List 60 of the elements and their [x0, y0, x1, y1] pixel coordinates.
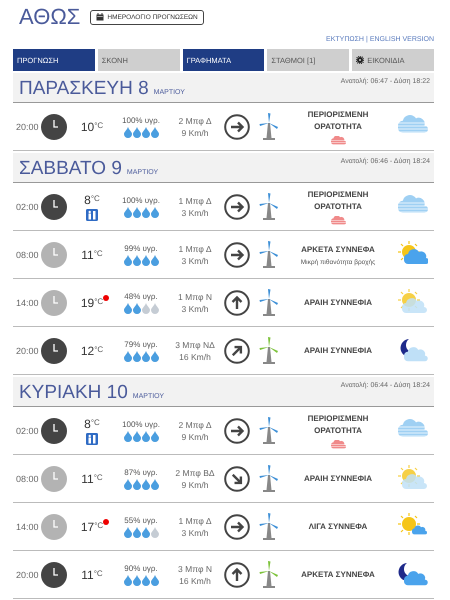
humidity-drops-track: [124, 126, 158, 138]
wind-force: 1 Μπφ Δ: [178, 516, 212, 526]
humidity-label: 55% υγρ.: [124, 516, 158, 524]
humidity-drops-track: [124, 350, 158, 362]
humidity-drops-track: [124, 574, 158, 586]
humidity-label: 100% υγρ.: [122, 196, 160, 204]
humidity-label: 100% υγρ.: [122, 116, 160, 124]
humidity-label: 48% υγρ.: [124, 292, 158, 300]
wind-speed: 3 Km/h: [182, 208, 208, 218]
gear-icon: [356, 56, 364, 64]
hour-label: 20:00: [15, 122, 39, 132]
wind-force: 1 Μπφ Δ: [178, 244, 212, 254]
hour-label: 20:00: [15, 570, 39, 580]
wind-force: 2 Μπφ Δ: [178, 116, 212, 126]
day-name: ΣΑΒΒΑΤΟ 9: [19, 158, 122, 180]
day-name: ΠΑΡΑΣΚΕΥΗ 8: [19, 78, 149, 100]
condition-label: ΑΡΑΙΗ ΣΥΝΝΕΦΙΑ: [304, 296, 372, 308]
day-name: ΚΥΡΙΑΚΗ 10: [19, 382, 128, 404]
wind-force: 1 Μπφ Ν: [178, 292, 212, 302]
humidity-drops-track: [124, 478, 158, 490]
wind-speed: 9 Km/h: [182, 480, 208, 490]
condition-label: ΠΕΡΙΟΡΙΣΜΕΝΗ ΟΡΑΤΟΤΗΤΑ: [306, 188, 370, 212]
condition-label: ΑΡΚΕΤΑ ΣΥΝΝΕΦΑ: [301, 244, 375, 256]
humidity-drops-track: [124, 302, 158, 314]
condition-label: ΑΡΑΙΗ ΣΥΝΝΕΦΙΑ: [304, 472, 372, 484]
humidity-label: 90% υγρ.: [124, 564, 158, 572]
hour-label: 02:00: [15, 202, 39, 212]
wind-speed: 3 Km/h: [182, 256, 208, 266]
condition-label: ΛΙΓΑ ΣΥΝΝΕΦΑ: [308, 520, 368, 532]
condition-label: ΠΕΡΙΟΡΙΣΜΕΝΗ ΟΡΑΤΟΤΗΤΑ: [306, 412, 370, 436]
condition-label: ΠΕΡΙΟΡΙΣΜΕΝΗ ΟΡΑΤΟΤΗΤΑ: [306, 108, 370, 132]
wind-force: 3 Μπφ Ν: [178, 564, 212, 574]
hour-label: 14:00: [15, 298, 39, 308]
condition-label: ΑΡΚΕΤΑ ΣΥΝΝΕΦΑ: [301, 568, 375, 580]
wind-force: 2 Μπφ Δ: [178, 420, 212, 430]
hour-label: 02:00: [15, 426, 39, 436]
wind-force: 1 Μπφ Δ: [178, 196, 212, 206]
wind-force: 3 Μπφ ΝΔ: [175, 340, 215, 350]
humidity-drops-track: [124, 526, 158, 538]
condition-label: ΑΡΑΙΗ ΣΥΝΝΕΦΙΑ: [304, 344, 372, 356]
humidity-label: 79% υγρ.: [124, 340, 158, 348]
humidity-label: 100% υγρ.: [122, 420, 160, 428]
humidity-drops-track: [124, 254, 158, 266]
hour-label: 08:00: [15, 250, 39, 260]
wind-speed: 3 Km/h: [182, 304, 208, 314]
calendar-icon: [96, 13, 104, 21]
hour-label: 08:00: [15, 474, 39, 484]
wind-speed: 9 Km/h: [182, 432, 208, 442]
wind-speed: 16 Km/h: [179, 576, 211, 586]
hour-label: 20:00: [15, 346, 39, 356]
wind-force: 2 Μπφ ΒΔ: [175, 468, 215, 478]
humidity-label: 87% υγρ.: [124, 468, 158, 476]
wind-speed: 3 Km/h: [182, 528, 208, 538]
hour-label: 14:00: [15, 522, 39, 532]
wind-speed: 9 Km/h: [182, 128, 208, 138]
page-title: ΑΘΩΣ: [19, 4, 80, 30]
humidity-label: 99% υγρ.: [124, 244, 158, 252]
humidity-drops-track: [124, 206, 158, 218]
humidity-drops-track: [124, 430, 158, 442]
wind-speed: 16 Km/h: [179, 352, 211, 362]
